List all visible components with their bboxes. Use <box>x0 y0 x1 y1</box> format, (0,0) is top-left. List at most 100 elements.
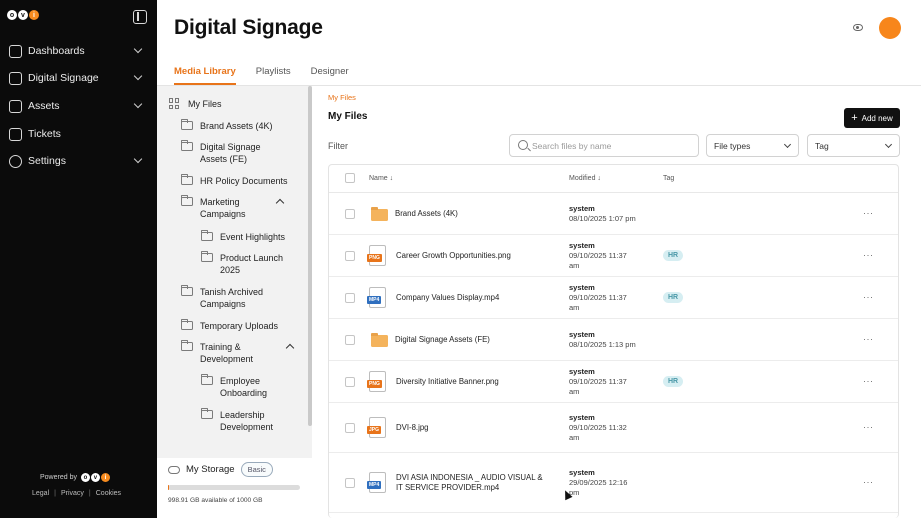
tab-designer[interactable]: Designer <box>311 66 349 85</box>
nav-settings[interactable]: Settings <box>0 149 157 173</box>
more-options-icon[interactable]: ··· <box>863 292 874 302</box>
logo-letter: o <box>80 473 90 482</box>
table-row[interactable]: JPG DVI-8.jpg system 09/10/2025 11:32 am ··· <box>329 403 898 453</box>
avatar[interactable] <box>879 17 901 39</box>
file-name[interactable]: Diversity Initiative Banner.png <box>396 377 551 387</box>
more-options-icon[interactable]: ··· <box>863 376 874 386</box>
folder-icon <box>180 174 193 185</box>
logo[interactable]: o v i <box>7 10 40 20</box>
table-row[interactable]: PNG Diversity Initiative Banner.png system… <box>329 361 898 403</box>
eye-icon[interactable] <box>853 24 863 31</box>
powered-by: Powered by o v i <box>40 473 110 482</box>
collapse-sidebar-icon[interactable] <box>133 10 147 24</box>
tag-badge[interactable]: HR <box>663 292 684 303</box>
tree-scrollbar[interactable] <box>308 86 312 426</box>
row-checkbox[interactable] <box>345 209 355 219</box>
row-checkbox[interactable] <box>345 478 355 488</box>
column-modified[interactable]: Modified ↓ <box>569 175 601 182</box>
tree-root[interactable]: My Files <box>169 98 222 110</box>
folder-icon <box>200 374 213 385</box>
tree-item[interactable]: Brand Assets (4K) <box>180 119 291 132</box>
folder-icon <box>180 319 193 330</box>
file-type-badge: MP4 <box>367 296 382 304</box>
tree-item[interactable]: Employee Onboarding <box>200 374 296 399</box>
file-name[interactable]: Company Values Display.mp4 <box>396 293 551 303</box>
file-icon: MP4 <box>367 287 386 308</box>
folder-icon <box>180 140 193 151</box>
folder-icon <box>180 195 193 206</box>
modified-date: 08/10/2025 1:07 pm <box>569 214 636 223</box>
more-options-icon[interactable]: ··· <box>863 250 874 260</box>
row-checkbox[interactable] <box>345 251 355 261</box>
add-new-button[interactable]: + Add new <box>844 108 900 128</box>
tab-bar: Media Library Playlists Designer <box>174 66 369 85</box>
tag-badge[interactable]: HR <box>663 376 684 387</box>
nav-assets[interactable]: Assets <box>0 94 157 118</box>
more-options-icon[interactable]: ··· <box>863 477 874 487</box>
folder-icon <box>180 340 193 351</box>
tree-item[interactable]: Digital Signage Assets (FE) <box>180 140 281 165</box>
logo-letter: v <box>18 10 28 20</box>
row-checkbox[interactable] <box>345 293 355 303</box>
tree-item[interactable]: Leadership Development <box>200 408 296 433</box>
search-input[interactable] <box>532 138 692 154</box>
logo-letter: v <box>90 473 100 482</box>
row-checkbox[interactable] <box>345 335 355 345</box>
tree-item[interactable]: Tanish Archived Campaigns <box>180 285 299 310</box>
table-row[interactable]: MP4 Company Values Display.mp4 system 09/10… <box>329 277 898 319</box>
tree-item[interactable]: HR Policy Documents <box>180 174 296 187</box>
tag-badge[interactable]: HR <box>663 250 684 261</box>
legal-link[interactable]: Legal <box>32 490 49 497</box>
privacy-link[interactable]: Privacy <box>61 490 84 497</box>
tree-item[interactable]: Marketing Campaigns <box>180 195 285 220</box>
breadcrumb[interactable]: My Files <box>328 93 356 102</box>
nav-dashboards[interactable]: Dashboards <box>0 39 157 63</box>
page-title: Digital Signage <box>174 16 323 39</box>
table-row[interactable]: Digital Signage Assets (FE) system 08/10/2… <box>329 319 898 361</box>
storage-summary: My Storage Basic <box>168 462 273 477</box>
chevron-up-icon[interactable] <box>275 198 285 208</box>
tab-media-library[interactable]: Media Library <box>174 66 236 85</box>
tab-playlists[interactable]: Playlists <box>256 66 291 85</box>
select-all-checkbox[interactable] <box>345 173 355 183</box>
more-options-icon[interactable]: ··· <box>863 208 874 218</box>
file-type-badge: JPG <box>367 426 382 434</box>
row-checkbox[interactable] <box>345 423 355 433</box>
nav-label: Dashboards <box>28 45 85 57</box>
tree-item[interactable]: Training & Development <box>180 340 295 365</box>
tree-item[interactable]: Product Launch 2025 <box>200 251 296 276</box>
search-box[interactable] <box>509 134 699 157</box>
modified-by: system <box>569 283 595 292</box>
nav-tickets[interactable]: Tickets <box>0 122 157 146</box>
file-type-badge: PNG <box>367 380 382 388</box>
dropdown-value: File types <box>714 141 751 151</box>
file-name[interactable]: DVI ASIA INDONESIA _ AUDIO VISUAL & IT S… <box>396 473 551 493</box>
chevron-up-icon[interactable] <box>285 343 295 353</box>
folder-icon <box>180 119 193 130</box>
column-name[interactable]: Name ↓ <box>369 175 393 182</box>
tree-label: Product Launch 2025 <box>220 253 284 275</box>
table-row[interactable]: Brand Assets (4K) system 08/10/2025 1:07 p… <box>329 193 898 235</box>
file-name[interactable]: DVI-8.jpg <box>396 423 551 433</box>
folder-icon <box>200 408 213 419</box>
modified-date: 09/10/2025 11:37 am <box>569 377 627 396</box>
more-options-icon[interactable]: ··· <box>863 334 874 344</box>
tree-item[interactable]: Temporary Uploads <box>180 319 301 332</box>
tree-label: My Files <box>188 99 222 109</box>
file-name[interactable]: Brand Assets (4K) <box>395 209 550 219</box>
play-icon <box>8 71 22 85</box>
table-row[interactable]: MP4 DVI ASIA INDONESIA _ AUDIO VISUAL & I… <box>329 453 898 513</box>
modified-date: 29/09/2025 12:16 pm <box>569 478 628 497</box>
tag-dropdown[interactable]: Tag <box>807 134 900 157</box>
file-name[interactable]: Career Growth Opportunities.png <box>396 251 551 261</box>
search-icon <box>518 140 528 150</box>
tree-item[interactable]: Event Highlights <box>200 230 296 243</box>
nav-label: Settings <box>28 155 66 167</box>
table-row[interactable]: PNG Career Growth Opportunities.png system… <box>329 235 898 277</box>
file-types-dropdown[interactable]: File types <box>706 134 799 157</box>
cookies-link[interactable]: Cookies <box>96 490 121 497</box>
row-checkbox[interactable] <box>345 377 355 387</box>
more-options-icon[interactable]: ··· <box>863 422 874 432</box>
nav-digital-signage[interactable]: Digital Signage <box>0 66 157 90</box>
file-name[interactable]: Digital Signage Assets (FE) <box>395 335 550 345</box>
